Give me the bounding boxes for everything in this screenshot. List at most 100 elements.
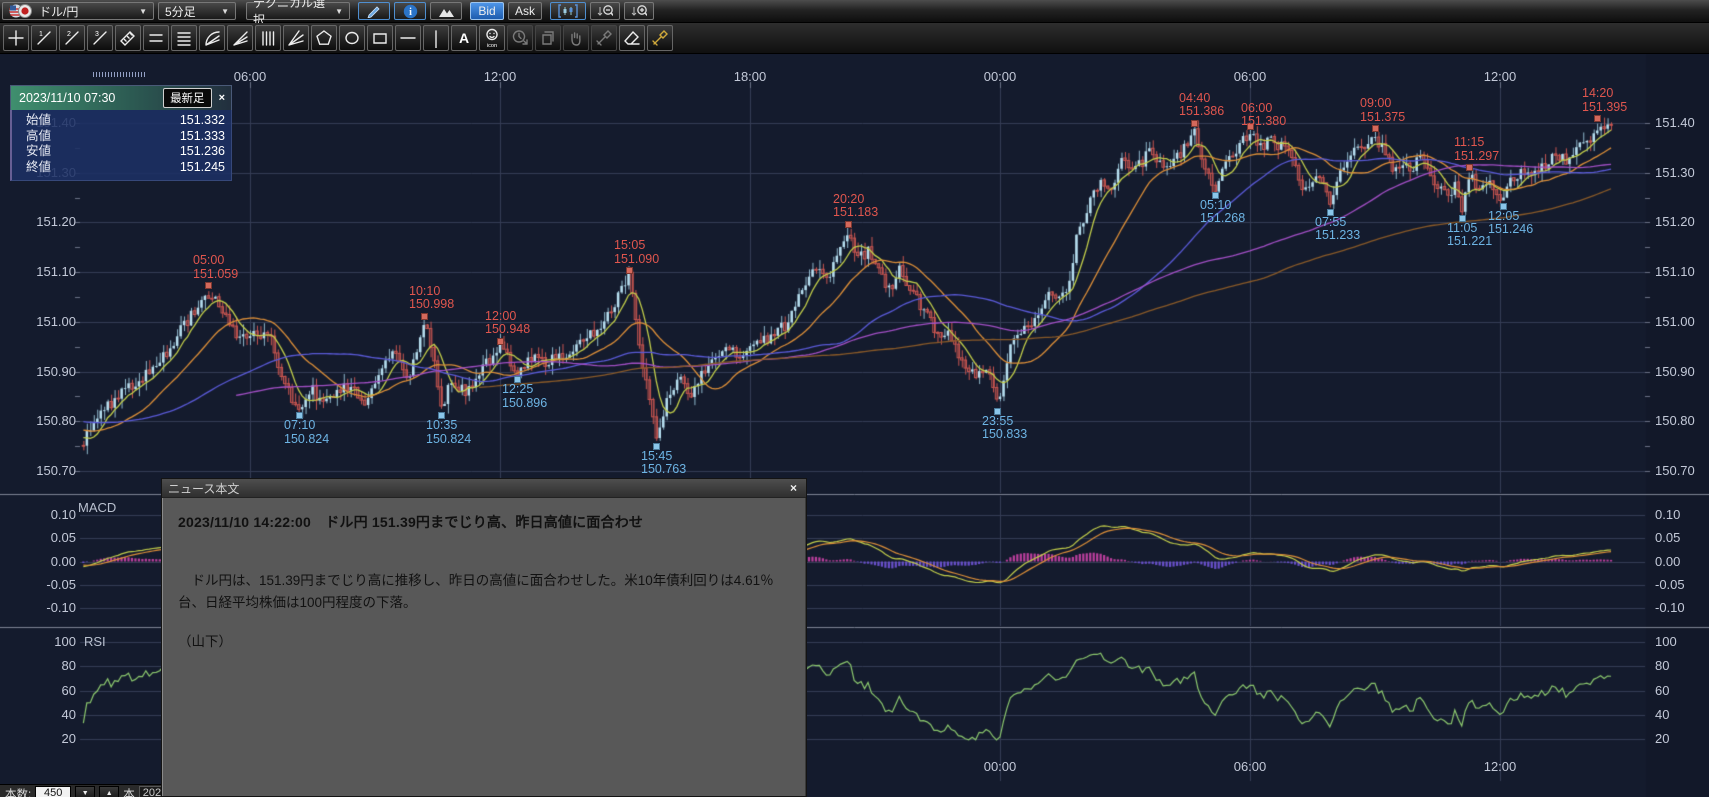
- horizontal-line-tool-button[interactable]: [395, 25, 421, 51]
- trendline-1-tool-button[interactable]: 1: [31, 25, 57, 51]
- annotation-price: 150.824: [426, 433, 471, 447]
- trendline-3-tool-button[interactable]: 3: [87, 25, 113, 51]
- pencil-icon: [366, 4, 382, 18]
- fib-retracement-tool-button[interactable]: [171, 25, 197, 51]
- macd-axis-label-left: 0.00: [10, 554, 76, 569]
- gann-lines-tool-button[interactable]: [283, 25, 309, 51]
- price-axis-label-right: 151.20: [1655, 214, 1695, 229]
- bid-button[interactable]: Bid: [470, 2, 504, 20]
- trendline-2-icon: 2: [62, 28, 82, 48]
- trendline-1-icon: 1: [34, 28, 54, 48]
- annotation-price: 151.183: [833, 206, 878, 220]
- macd-axis-label-left: -0.05: [10, 577, 76, 592]
- annotation-time: 09:00: [1360, 97, 1405, 111]
- rsi-axis-label-left: 80: [10, 658, 76, 673]
- pentagon-tool-button[interactable]: [311, 25, 337, 51]
- svg-text:2: 2: [67, 31, 71, 38]
- swing-annotation: 23:55150.833: [982, 415, 1027, 442]
- ohlc-info-box: 2023/11/10 07:30 最新足 × 始値151.332 高値151.3…: [10, 85, 232, 181]
- rsi-axis-label-left: 60: [10, 683, 76, 698]
- parallel-lines-icon: [146, 28, 166, 48]
- parallel-lines-tool-button[interactable]: [143, 25, 169, 51]
- count-decrease-button[interactable]: ▼: [75, 786, 95, 797]
- price-axis-label-left: 150.70: [10, 463, 76, 478]
- bar-unit-label: 本: [123, 786, 135, 797]
- edit-object-tool-button[interactable]: [591, 25, 617, 51]
- eraser-tool-button[interactable]: [619, 25, 645, 51]
- price-axis-label-right: 151.10: [1655, 264, 1695, 279]
- annotation-time: 10:35: [426, 419, 471, 433]
- news-popup-titlebar[interactable]: ニュース本文 ×: [162, 479, 806, 498]
- icon-stamp-tool-button[interactable]: icon: [479, 25, 505, 51]
- macd-axis-label-right: 0.10: [1655, 507, 1680, 522]
- rectangle-tool-button[interactable]: [367, 25, 393, 51]
- info-button[interactable]: i: [394, 2, 426, 20]
- news-popup-title: ニュース本文: [168, 480, 787, 497]
- speed-lines-tool-button[interactable]: [227, 25, 253, 51]
- annotation-time: 14:20: [1582, 87, 1627, 101]
- latest-bar-button[interactable]: 最新足: [163, 88, 212, 108]
- price-axis-label-right: 151.00: [1655, 314, 1695, 329]
- pair-dropdown[interactable]: ドル/円 ▼: [2, 2, 154, 20]
- trendline-2-tool-button[interactable]: 2: [59, 25, 85, 51]
- news-headline: 2023/11/10 14:22:00 ドル円 151.39円までじり高、昨日高…: [178, 512, 788, 532]
- annotation-time: 20:20: [833, 193, 878, 207]
- price-axis-label-left: 151.00: [10, 314, 76, 329]
- crosshair-tool-button[interactable]: [3, 25, 29, 51]
- time-pointer-tool-button[interactable]: [507, 25, 533, 51]
- vertical-line-tool-button[interactable]: [423, 25, 449, 51]
- snapshot-button[interactable]: [430, 2, 462, 20]
- high-label: 高値: [26, 129, 51, 145]
- annotation-time: 15:45: [641, 450, 686, 464]
- annotation-time: 05:10: [1200, 199, 1245, 213]
- hand-move-tool-button[interactable]: [563, 25, 589, 51]
- close-icon[interactable]: ×: [787, 481, 800, 495]
- draw-pencil-button[interactable]: [358, 2, 390, 20]
- macd-axis-label-right: 0.05: [1655, 530, 1680, 545]
- annotation-price: 151.221: [1447, 235, 1492, 249]
- zoom-in-icon: [631, 4, 647, 19]
- copy-object-tool-button[interactable]: [535, 25, 561, 51]
- zoom-out-button[interactable]: [590, 2, 620, 20]
- swing-annotation: 15:05151.090: [614, 239, 659, 266]
- fan-arc-tool-button[interactable]: [199, 25, 225, 51]
- count-increase-button[interactable]: ▲: [99, 786, 119, 797]
- fib-timezones-tool-button[interactable]: [255, 25, 281, 51]
- technical-select-button[interactable]: テクニカル選択 ▼: [246, 2, 350, 20]
- ohlc-header[interactable]: 2023/11/10 07:30 最新足 ×: [10, 85, 232, 110]
- ask-button[interactable]: Ask: [508, 2, 542, 20]
- swing-annotation: 12:05151.246: [1488, 210, 1533, 237]
- chart-mode-button[interactable]: [550, 2, 586, 20]
- hand-move-icon: [566, 28, 586, 48]
- annotation-time: 15:05: [614, 239, 659, 253]
- ruler-tool-button[interactable]: [115, 25, 141, 51]
- object-settings-tool-button[interactable]: [647, 25, 673, 51]
- timeframe-dropdown[interactable]: 5分足 ▼: [158, 2, 236, 20]
- annotation-time: 11:15: [1454, 136, 1499, 150]
- ellipse-tool-button[interactable]: [339, 25, 365, 51]
- annotation-price: 151.375: [1360, 111, 1405, 125]
- annotation-time: 12:25: [502, 383, 547, 397]
- swing-annotation: 10:35150.824: [426, 419, 471, 446]
- text-tool-button[interactable]: A: [451, 25, 477, 51]
- swing-high-marker: [205, 282, 212, 289]
- annotation-time: 07:10: [284, 419, 329, 433]
- macd-axis-label-right: -0.05: [1655, 577, 1685, 592]
- chevron-down-icon: ▼: [139, 7, 147, 16]
- annotation-price: 151.297: [1454, 150, 1499, 164]
- annotation-price: 151.246: [1488, 223, 1533, 237]
- zoom-in-button[interactable]: [624, 2, 654, 20]
- panel-grip-handle[interactable]: [93, 72, 147, 77]
- macd-axis-label-left: 0.05: [10, 530, 76, 545]
- mountain-snapshot-icon: [438, 5, 455, 18]
- annotation-time: 05:00: [193, 254, 238, 268]
- swing-high-marker: [1594, 115, 1601, 122]
- fan-arc-icon: [202, 28, 222, 48]
- close-icon[interactable]: ×: [217, 92, 227, 104]
- macd-axis-label-left: 0.10: [10, 507, 76, 522]
- svg-text:3: 3: [95, 31, 99, 38]
- fib-timezones-icon: [258, 28, 278, 48]
- bar-count-input[interactable]: 450: [35, 786, 71, 797]
- svg-text:i: i: [409, 7, 412, 18]
- time-axis-label-top: 06:00: [234, 69, 267, 84]
